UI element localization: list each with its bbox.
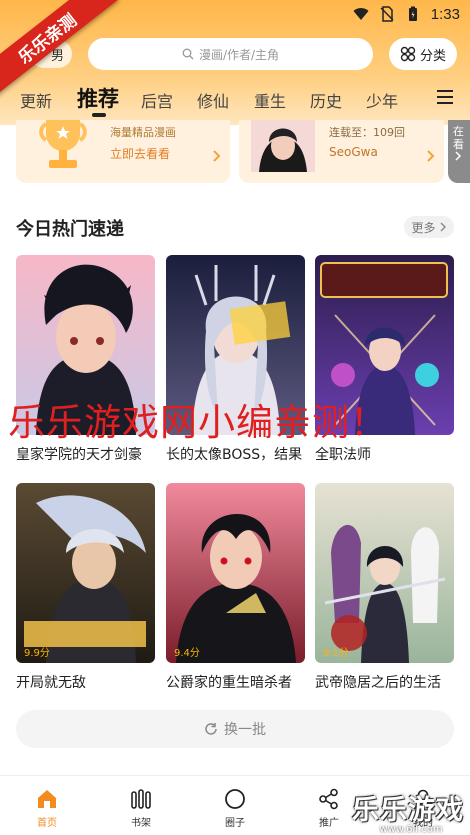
share-icon [319, 788, 338, 810]
banner-comic-name: SeoGwa [329, 145, 378, 159]
menu-icon[interactable] [436, 88, 454, 106]
logo-text: 乐乐游戏 [352, 795, 464, 826]
category-icon [400, 46, 416, 62]
comic-thumbnail [251, 120, 315, 172]
chevron-right-icon [427, 150, 435, 162]
banner-title: 海量精品漫画 [110, 126, 176, 139]
search-placeholder: 漫画/作者/主角 [198, 47, 280, 62]
tab-recommend[interactable]: 推荐 [77, 83, 119, 113]
category-button[interactable]: 分类 [389, 38, 457, 70]
more-button[interactable]: 更多 [404, 216, 454, 238]
more-label: 更多 [411, 220, 436, 235]
tab-cultivation[interactable]: 修仙 [197, 88, 229, 112]
comic-title: 开局就无敌 [16, 675, 86, 691]
bookshelf-icon [131, 789, 151, 809]
battery-icon [408, 6, 417, 21]
watermark-text: 乐乐游戏网小编亲测！ [8, 401, 388, 444]
status-time: 1:33 [430, 5, 460, 23]
active-tab-indicator [92, 113, 106, 117]
tab-harem[interactable]: 后宫 [141, 88, 173, 112]
chevron-right-icon [455, 151, 462, 161]
comic-card[interactable]: 9.4分 公爵家的重生暗杀者 [166, 483, 305, 692]
nav-home[interactable]: 首页 [17, 788, 77, 829]
trophy-icon [39, 120, 87, 168]
comic-cover[interactable]: 9.4分 [166, 483, 305, 663]
chevron-right-icon [440, 222, 446, 232]
comic-score: 9.4分 [174, 648, 200, 659]
refresh-button[interactable]: 换一批 [16, 710, 454, 748]
site-logo-watermark: 乐乐游戏 www.6ll.com [352, 788, 470, 835]
category-label: 分类 [419, 48, 446, 64]
comic-cover[interactable]: 9.1分 [315, 483, 454, 663]
chevron-right-icon [213, 150, 221, 162]
search-input[interactable]: 漫画/作者/主角 [88, 38, 373, 70]
search-icon [182, 48, 194, 60]
section-title: 今日热门速递 [16, 219, 124, 240]
banner-subtitle: 立即去看看 [110, 147, 171, 161]
comic-score: 9.1分 [323, 648, 349, 659]
tab-history[interactable]: 历史 [310, 88, 342, 112]
comic-score: 9.9分 [24, 648, 50, 659]
tab-youth[interactable]: 少年 [366, 88, 398, 112]
side-tab-label: 在看 [453, 125, 464, 151]
nav-label: 推广 [319, 818, 339, 829]
tab-update[interactable]: 更新 [20, 88, 52, 112]
wifi-icon [353, 8, 369, 20]
home-icon [38, 790, 56, 808]
circle-icon [225, 789, 245, 809]
status-bar: 1:33 [353, 4, 460, 24]
comic-title: 公爵家的重生暗杀者 [166, 675, 292, 691]
continue-reading-banner[interactable]: 连载至：109回 SeoGwa [239, 120, 444, 183]
nav-label: 书架 [131, 818, 151, 829]
reading-side-tab[interactable]: 在看 [448, 120, 470, 183]
comic-title: 全职法师 [315, 447, 371, 463]
comic-title: 长的太像BOSS，结果 [166, 447, 303, 463]
refresh-label: 换一批 [224, 722, 266, 738]
nav-label: 圈子 [225, 818, 245, 829]
nav-label: 首页 [37, 818, 57, 829]
refresh-icon [205, 723, 217, 735]
nav-circle[interactable]: 圈子 [205, 788, 265, 829]
comic-card[interactable]: 9.9分 开局就无敌 [16, 483, 155, 692]
comic-title: 武帝隐居之后的生活 [315, 675, 441, 691]
comic-card[interactable]: 9.1分 武帝隐居之后的生活 [315, 483, 454, 692]
tab-rebirth[interactable]: 重生 [254, 88, 286, 112]
comic-title: 皇家学院的天才剑豪 [16, 447, 142, 463]
nav-promote[interactable]: 推广 [299, 788, 359, 829]
promo-banner-featured[interactable]: 海量精品漫画 立即去看看 [16, 120, 230, 183]
nav-bookshelf[interactable]: 书架 [111, 788, 171, 829]
comic-cover[interactable]: 9.9分 [16, 483, 155, 663]
channel-tabs: 更新 推荐 后宫 修仙 重生 历史 少年 [0, 80, 470, 120]
no-sim-icon [380, 6, 394, 22]
banner-progress: 连载至：109回 [329, 126, 405, 139]
